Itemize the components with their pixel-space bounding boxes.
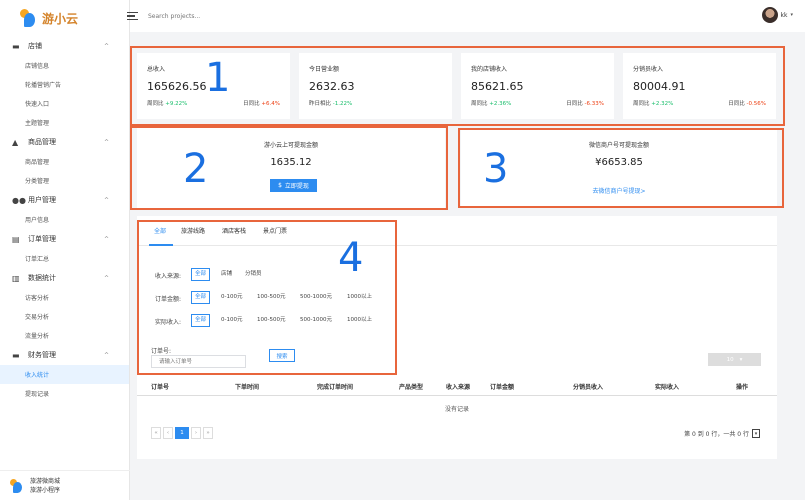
col-order-amount[interactable]: 订单金额 [490, 382, 514, 391]
avatar[interactable] [761, 7, 778, 23]
page-size-select[interactable]: 10 ▾ [708, 353, 761, 366]
user-menu[interactable]: kk ▾ [761, 7, 793, 23]
chevron-up-icon: ^ [103, 42, 109, 50]
sidebar-item[interactable]: 提现记录 [0, 384, 129, 403]
sidebar-item[interactable]: 快速入口 [0, 94, 129, 113]
logo-icon [20, 9, 36, 27]
brand-logo[interactable]: 游小云 [0, 0, 129, 36]
footer-line-1: 旅游微商城 [30, 477, 61, 485]
sidebar-group-0[interactable]: ▬ 店铺 ^ [0, 36, 129, 56]
sidebar-item[interactable]: 用户信息 [0, 210, 129, 229]
col-distributor-income[interactable]: 分销员收入 [573, 382, 603, 391]
col-order-time[interactable]: 下单时间 [235, 382, 259, 391]
search-input[interactable] [148, 12, 268, 20]
order-icon: ▤ [12, 234, 20, 244]
next-page-button[interactable]: › [191, 427, 201, 439]
chevron-up-icon: ^ [103, 235, 109, 243]
chevron-up-icon: ^ [103, 274, 109, 282]
annotation-number-4: 4 [338, 235, 364, 281]
sidebar-item[interactable]: 轮播营销广告 [0, 75, 129, 94]
page-1-button[interactable]: 1 [175, 427, 189, 439]
sidebar-item[interactable]: 流量分析 [0, 326, 129, 345]
sidebar-nav: ▬ 店铺 ^ 店铺信息 轮播营销广告 快速入口 主题管理 ▲ 商品管理 ^ 商品管理 分类管理 ●● 用户… [0, 36, 129, 403]
col-complete-time[interactable]: 完成订单时间 [317, 382, 353, 391]
col-product-type[interactable]: 产品类型 [399, 382, 423, 391]
sidebar-group-5[interactable]: ▬ 财务管理 ^ [0, 345, 129, 365]
annotation-box-2 [130, 126, 448, 210]
user-name: kk [780, 11, 788, 19]
table-header: 订单号 下单时间 完成订单时间 产品类型 收入来源 订单金额 分销员收入 实际收… [137, 376, 777, 396]
menu-toggle-icon[interactable] [127, 11, 138, 21]
top-header: kk ▾ [127, 0, 805, 32]
sidebar-group-label: 数据统计 [28, 274, 56, 282]
sidebar-group-label: 商品管理 [28, 138, 56, 146]
sidebar-group-1[interactable]: ▲ 商品管理 ^ [0, 132, 129, 152]
sidebar-group-label: 用户管理 [28, 196, 56, 204]
sidebar-group-2[interactable]: ●● 用户管理 ^ [0, 190, 129, 210]
empty-message: 没有记录 [444, 406, 469, 413]
brand-name: 游小云 [42, 11, 79, 26]
pagination: « ‹ 1 › » [151, 427, 213, 439]
sidebar-group-4[interactable]: ▥ 数据统计 ^ [0, 268, 129, 288]
sidebar-item[interactable]: 商品管理 [0, 152, 129, 171]
caret-down-icon: ▾ [790, 12, 793, 18]
annotation-number-1: 1 [205, 55, 231, 101]
last-page-button[interactable]: » [203, 427, 213, 439]
sidebar-group-label: 财务管理 [28, 351, 56, 359]
sidebar-item[interactable]: 交易分析 [0, 307, 129, 326]
col-actual-income[interactable]: 实际收入 [655, 382, 679, 391]
chart-icon: ▥ [12, 273, 20, 283]
sidebar: 游小云 ▬ 店铺 ^ 店铺信息 轮播营销广告 快速入口 主题管理 ▲ 商品管理 ^ 商品管理 分类管理… [0, 0, 130, 500]
annotation-number-2: 2 [183, 146, 209, 192]
sidebar-group-label: 店铺 [28, 42, 42, 50]
sidebar-item[interactable]: 主题管理 [0, 113, 129, 132]
caret-down-icon: ▾ [739, 356, 743, 363]
col-actions: 操作 [736, 384, 749, 391]
sidebar-item[interactable]: 店铺信息 [0, 56, 129, 75]
sidebar-item[interactable]: 订单汇总 [0, 249, 129, 268]
product-icon: ▲ [12, 137, 19, 147]
first-page-button[interactable]: « [151, 427, 161, 439]
prev-page-button[interactable]: ‹ [163, 427, 173, 439]
users-icon: ●● [12, 195, 26, 205]
page-info: 第 0 到 0 行，一共 0 行 ▾ [684, 429, 760, 438]
sidebar-footer: 旅游微商城 旅游小程序 [0, 470, 130, 500]
sidebar-group-label: 订单管理 [28, 235, 56, 243]
footer-logo-icon [10, 478, 22, 493]
col-order-no[interactable]: 订单号 [151, 382, 169, 391]
sidebar-item[interactable]: 分类管理 [0, 171, 129, 190]
annotation-number-3: 3 [483, 146, 509, 192]
col-income-source[interactable]: 收入来源 [446, 382, 470, 391]
sidebar-item[interactable]: 访客分析 [0, 288, 129, 307]
footer-line-2: 旅游小程序 [30, 486, 61, 494]
sidebar-item[interactable]: 收入统计 [0, 365, 129, 384]
store-icon: ▬ [12, 41, 20, 51]
page-jump-select[interactable]: ▾ [752, 429, 760, 438]
chevron-up-icon: ^ [103, 138, 109, 146]
wallet-icon: ▬ [12, 350, 20, 360]
sidebar-group-3[interactable]: ▤ 订单管理 ^ [0, 229, 129, 249]
chevron-up-icon: ^ [103, 196, 109, 204]
chevron-up-icon: ^ [103, 351, 109, 359]
